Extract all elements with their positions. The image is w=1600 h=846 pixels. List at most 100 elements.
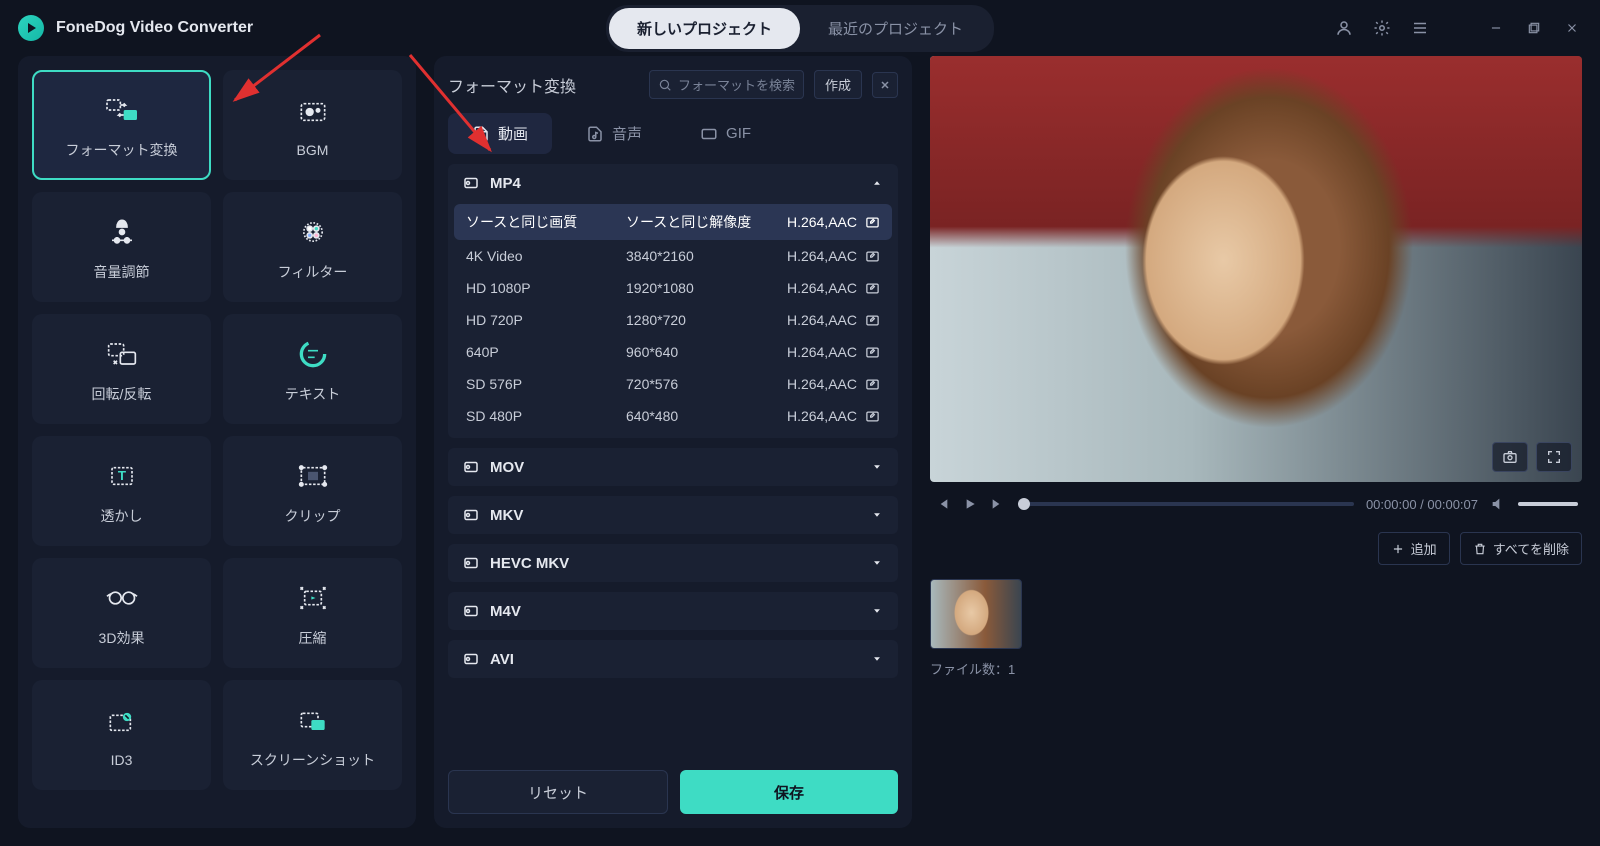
tool-5[interactable]: テキスト (223, 314, 402, 424)
tool-icon (100, 212, 144, 252)
tool-7[interactable]: クリップ (223, 436, 402, 546)
tool-icon (291, 212, 335, 252)
tool-icon (291, 578, 335, 618)
format-row[interactable]: HD 720P1280*720H.264,AAC (454, 304, 892, 336)
chevron-down-icon (870, 604, 884, 618)
tab-new-project[interactable]: 新しいプロジェクト (609, 8, 800, 49)
chevron-down-icon (870, 460, 884, 474)
tool-2[interactable]: 音量調節 (32, 192, 211, 302)
edit-icon[interactable] (865, 215, 880, 230)
tool-icon (291, 456, 335, 496)
edit-icon[interactable] (865, 409, 880, 424)
tool-label: ID3 (111, 752, 133, 768)
tool-0[interactable]: フォーマット変換 (32, 70, 211, 180)
format-row[interactable]: ソースと同じ画質ソースと同じ解像度H.264,AAC (454, 204, 892, 240)
tools-sidebar: フォーマット変換BGM 音量調節 フィルター回転/反転 テキスト T 透かし クリップ 3D効… (18, 56, 416, 828)
chevron-up-icon (870, 176, 884, 190)
tool-9[interactable]: 圧縮 (223, 558, 402, 668)
tool-label: 回転/反転 (92, 384, 152, 404)
tool-3[interactable]: フィルター (223, 192, 402, 302)
format-group[interactable]: MOV (448, 448, 898, 486)
app-title: FoneDog Video Converter (56, 19, 253, 37)
file-video-icon (472, 125, 490, 143)
tool-label: スクリーンショット (250, 750, 375, 770)
close-icon (879, 79, 891, 91)
settings-icon[interactable] (1372, 18, 1392, 38)
tool-11[interactable]: スクリーンショット (223, 680, 402, 790)
format-row[interactable]: SD 576P720*576H.264,AAC (454, 368, 892, 400)
menu-icon[interactable] (1410, 18, 1430, 38)
media-tab-gif[interactable]: GIF (676, 113, 775, 154)
fullscreen-button[interactable] (1536, 442, 1572, 472)
chevron-down-icon (870, 556, 884, 570)
tool-8[interactable]: 3D効果 (32, 558, 211, 668)
panel-title: フォーマット変換 (448, 73, 576, 97)
volume-slider[interactable] (1518, 502, 1578, 506)
format-row[interactable]: 640P960*640H.264,AAC (454, 336, 892, 368)
format-group[interactable]: M4V (448, 592, 898, 630)
format-row[interactable]: HD 1080P1920*1080H.264,AAC (454, 272, 892, 304)
file-audio-icon (586, 125, 604, 143)
tool-label: クリップ (285, 506, 341, 526)
search-icon (658, 78, 672, 92)
tool-label: 音量調節 (94, 262, 150, 282)
tool-icon (100, 90, 144, 130)
media-tab-video[interactable]: 動画 (448, 113, 552, 154)
tool-icon: T (100, 456, 144, 496)
account-icon[interactable] (1334, 18, 1354, 38)
panel-close-button[interactable] (872, 72, 898, 98)
speaker-icon (1490, 496, 1506, 512)
edit-icon[interactable] (865, 313, 880, 328)
edit-icon[interactable] (865, 377, 880, 392)
window-minimize[interactable] (1486, 18, 1506, 38)
chevron-down-icon (870, 508, 884, 522)
format-group[interactable]: HEVC MKV (448, 544, 898, 582)
tool-label: 透かし (101, 506, 143, 526)
fullscreen-icon (1546, 449, 1562, 465)
volume-icon[interactable] (1490, 496, 1506, 512)
play-button[interactable] (962, 496, 978, 512)
edit-icon[interactable] (865, 281, 880, 296)
skip-forward-icon (990, 496, 1006, 512)
gif-icon (700, 125, 718, 143)
window-close[interactable] (1562, 18, 1582, 38)
tool-icon (291, 92, 335, 132)
tool-10[interactable]: ID3 (32, 680, 211, 790)
snapshot-button[interactable] (1492, 442, 1528, 472)
add-button[interactable]: 追加 (1378, 532, 1450, 565)
svg-text:T: T (117, 468, 125, 483)
window-maximize[interactable] (1524, 18, 1544, 38)
tool-icon (100, 702, 144, 742)
search-input[interactable]: フォーマットを検索 (649, 70, 804, 99)
trash-icon (1473, 542, 1487, 556)
reset-button[interactable]: リセット (448, 770, 668, 814)
format-row[interactable]: 4K Video3840*2160H.264,AAC (454, 240, 892, 272)
app-logo (18, 15, 44, 41)
tool-icon (291, 334, 335, 374)
prev-button[interactable] (934, 496, 950, 512)
edit-icon[interactable] (865, 249, 880, 264)
seek-slider[interactable] (1018, 502, 1354, 506)
tool-4[interactable]: 回転/反転 (32, 314, 211, 424)
format-group-mp4[interactable]: MP4 (448, 164, 898, 202)
tab-recent-projects[interactable]: 最近のプロジェクト (800, 8, 991, 49)
edit-icon[interactable] (865, 345, 880, 360)
time-display: 00:00:00 / 00:00:07 (1366, 497, 1478, 512)
file-thumbnail[interactable] (930, 579, 1022, 649)
format-row[interactable]: SD 480P640*480H.264,AAC (454, 400, 892, 432)
tool-icon (100, 334, 144, 374)
skip-back-icon (934, 496, 950, 512)
media-tab-audio[interactable]: 音声 (562, 113, 666, 154)
camera-icon (1501, 449, 1519, 465)
save-button[interactable]: 保存 (680, 770, 898, 814)
delete-all-button[interactable]: すべてを削除 (1460, 532, 1582, 565)
tool-label: 圧縮 (299, 628, 327, 648)
file-count-label: ファイル数：1 (930, 659, 1582, 678)
tool-1[interactable]: BGM (223, 70, 402, 180)
format-group[interactable]: AVI (448, 640, 898, 678)
next-button[interactable] (990, 496, 1006, 512)
tool-6[interactable]: T 透かし (32, 436, 211, 546)
video-preview[interactable] (930, 56, 1582, 482)
create-button[interactable]: 作成 (814, 70, 862, 99)
format-group[interactable]: MKV (448, 496, 898, 534)
